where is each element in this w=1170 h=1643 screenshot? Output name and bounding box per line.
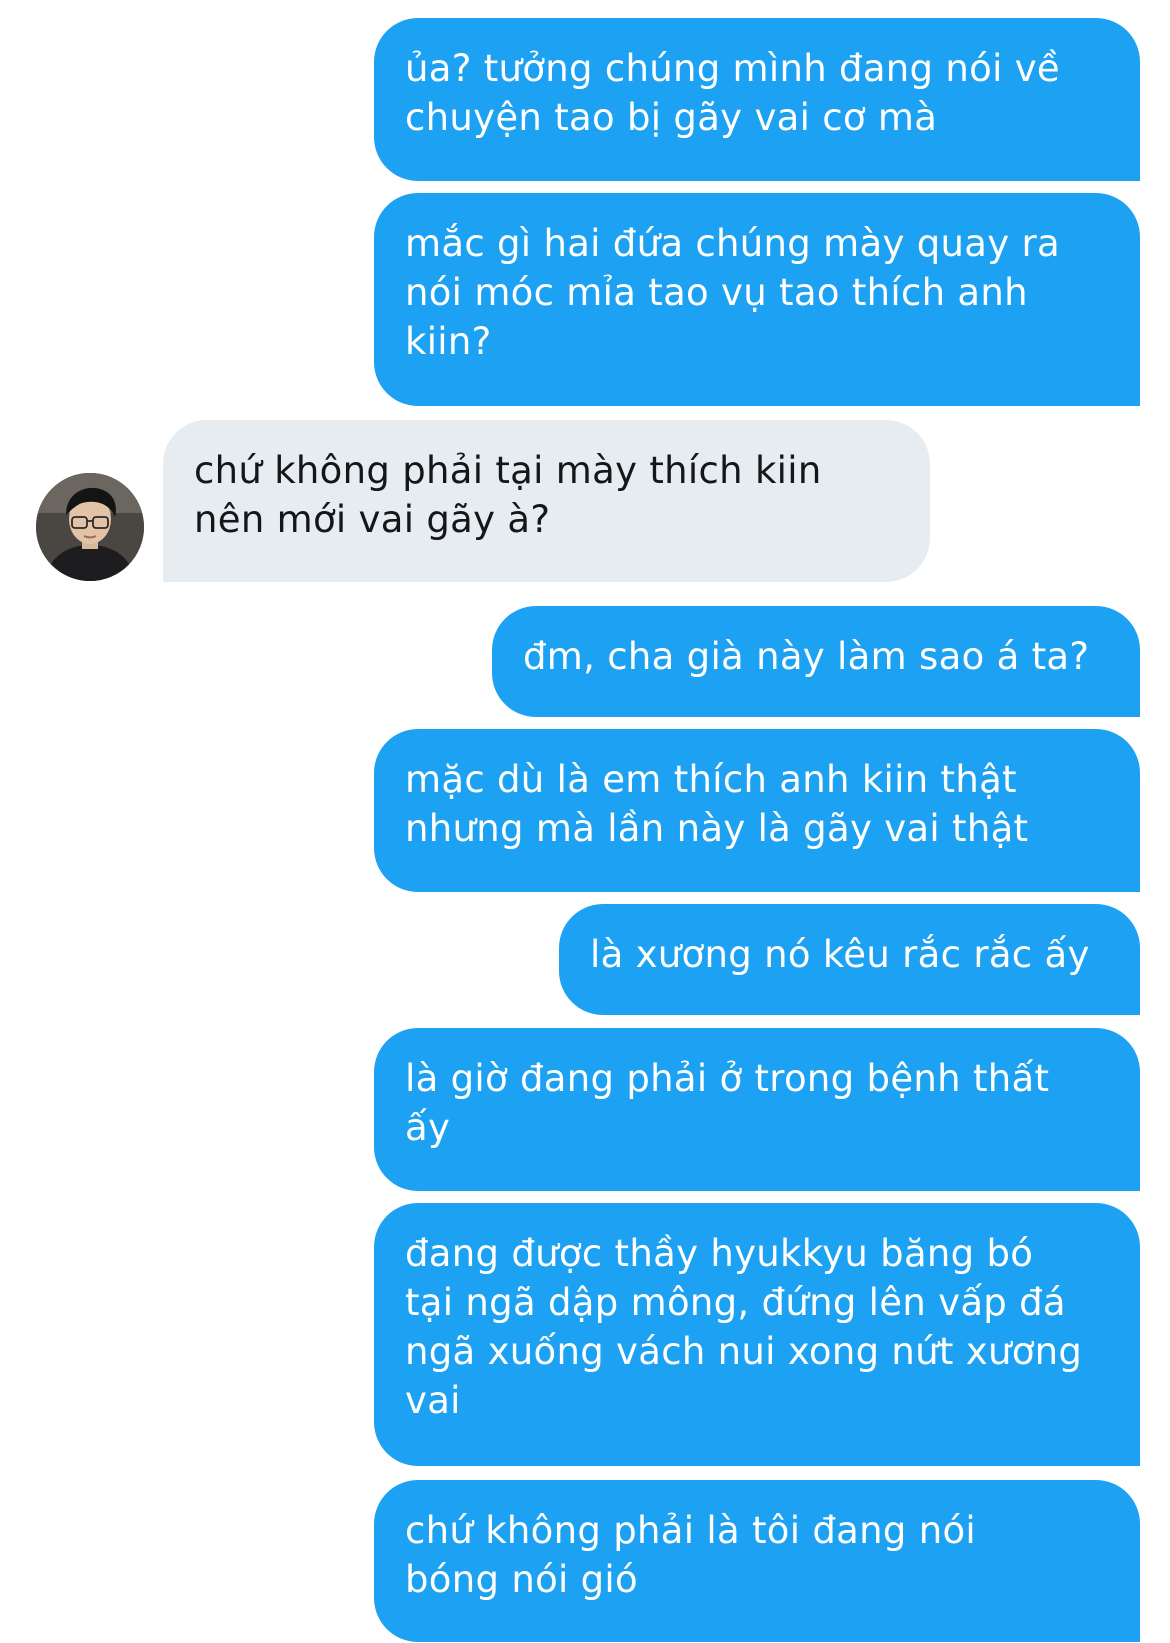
- message-bubble-outgoing[interactable]: đm, cha già này làm sao á ta?: [492, 606, 1140, 717]
- message-bubble-outgoing[interactable]: mắc gì hai đứa chúng mày quay ra nói móc…: [374, 193, 1140, 406]
- message-bubble-outgoing[interactable]: là xương nó kêu rắc rắc ấy: [559, 904, 1140, 1015]
- message-bubble-outgoing[interactable]: mặc dù là em thích anh kiin thật nhưng m…: [374, 729, 1140, 892]
- message-bubble-incoming[interactable]: chứ không phải tại mày thích kiin nên mớ…: [163, 420, 930, 582]
- message-bubble-outgoing[interactable]: là giờ đang phải ở trong bệnh thất ấy: [374, 1028, 1140, 1191]
- message-bubble-outgoing[interactable]: ủa? tưởng chúng mình đang nói về chuyện …: [374, 18, 1140, 181]
- message-bubble-outgoing[interactable]: đang được thầy hyukkyu băng bó tại ngã d…: [374, 1203, 1140, 1466]
- message-thread: ủa? tưởng chúng mình đang nói về chuyện …: [0, 0, 1170, 1643]
- contact-avatar-icon[interactable]: [36, 473, 144, 581]
- message-bubble-outgoing[interactable]: chứ không phải là tôi đang nói bóng nói …: [374, 1480, 1140, 1642]
